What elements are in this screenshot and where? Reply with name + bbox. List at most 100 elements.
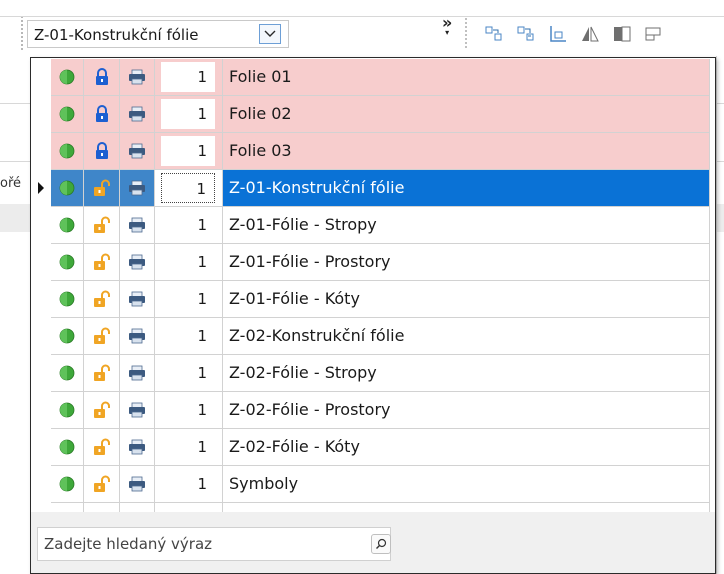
visibility-toggle[interactable] [51,281,84,318]
lock-toggle[interactable] [84,281,120,318]
visibility-toggle[interactable] [51,96,84,133]
layer-row[interactable]: 1 Folie 03 [31,133,715,170]
layer-name-cell[interactable]: Z-02-Fólie - Kóty [223,429,710,466]
visibility-toggle[interactable] [51,318,84,355]
visibility-toggle[interactable] [51,59,84,96]
visibility-toggle[interactable] [51,207,84,244]
layer-row[interactable]: 1 Symboly [31,466,715,503]
split-icon[interactable] [612,24,632,44]
layer-name-cell[interactable]: Symboly [223,466,710,503]
row-header[interactable] [31,59,51,96]
print-toggle[interactable] [120,466,155,503]
layer-name-cell[interactable]: Z-02-Konstrukční fólie [223,318,710,355]
layer-number-cell[interactable]: 1 [155,392,223,429]
layer-move-icon[interactable] [484,24,504,44]
layout-icon[interactable] [644,24,664,44]
row-header[interactable] [31,133,51,170]
layer-number-cell[interactable]: 1 [155,59,223,96]
layer-number-cell[interactable]: 1 [155,133,223,170]
visibility-toggle[interactable] [51,170,84,207]
layer-name-cell[interactable]: Z-01-Fólie - Stropy [223,207,710,244]
layer-number-cell[interactable]: 1 [155,281,223,318]
row-header[interactable] [31,244,51,281]
layer-row[interactable]: 1 Z-02-Fólie - Prostory [31,392,715,429]
lock-toggle[interactable] [84,392,120,429]
layer-number-cell[interactable]: 1 [155,244,223,281]
print-toggle[interactable] [120,133,155,170]
visibility-toggle[interactable] [51,355,84,392]
layer-row[interactable]: 1 Z-01-Fólie - Kóty [31,281,715,318]
lock-toggle[interactable] [84,355,120,392]
row-header[interactable] [31,429,51,466]
layer-number-cell[interactable]: 1 [155,207,223,244]
layer-row[interactable]: 1 Z-02-Fólie - Stropy [31,355,715,392]
lock-toggle[interactable] [84,170,120,207]
layer-name-cell[interactable]: Z-01-Fólie - Prostory [223,244,710,281]
row-header[interactable] [31,392,51,429]
layer-row[interactable]: 1 Z-01-Fólie - Stropy [31,207,715,244]
layer-name-cell[interactable]: Z-01-Fólie - Kóty [223,281,710,318]
layer-name-cell[interactable]: Z-02-Fólie - Prostory [223,392,710,429]
lock-toggle[interactable] [84,59,120,96]
row-header[interactable] [31,466,51,503]
layer-name-cell[interactable]: Z-02-Fólie - Stropy [223,355,710,392]
visibility-toggle[interactable] [51,244,84,281]
print-toggle[interactable] [120,429,155,466]
toolbar-grip[interactable] [21,16,23,50]
layer-row[interactable]: 1 Z-01-Fólie - Prostory [31,244,715,281]
layer-row[interactable]: 1 Z-01-Konstrukční fólie [31,170,715,207]
layer-number-cell[interactable]: 1 [155,466,223,503]
layer-number-cell[interactable]: 1 [155,170,223,207]
lock-toggle[interactable] [84,466,120,503]
search-input[interactable] [38,528,368,560]
visibility-toggle[interactable] [51,133,84,170]
print-toggle[interactable] [120,207,155,244]
layer-row[interactable]: 1 Z-02-Konstrukční fólie [31,318,715,355]
lock-toggle[interactable] [84,244,120,281]
visibility-toggle[interactable] [51,429,84,466]
layer-name-cell[interactable]: Folie 01 [223,59,710,96]
row-header[interactable] [31,318,51,355]
lock-toggle[interactable] [84,429,120,466]
visibility-toggle[interactable] [51,392,84,429]
row-header[interactable] [31,503,51,512]
toolbar-overflow-button[interactable]: » ▾ [442,15,452,38]
layer-copy-icon[interactable] [516,24,536,44]
lock-toggle[interactable] [84,133,120,170]
layer-row[interactable]: 1 Folie 01 [31,59,715,96]
lock-toggle[interactable] [84,96,120,133]
row-header[interactable] [31,170,51,207]
visibility-toggle[interactable] [51,466,84,503]
search-button[interactable] [371,534,391,554]
layer-name-cell[interactable]: Folie 02 [223,96,710,133]
print-toggle[interactable] [120,281,155,318]
layer-row[interactable]: 1 Výplně [31,503,715,512]
print-toggle[interactable] [120,59,155,96]
layer-name-cell[interactable]: Výplně [223,503,710,512]
print-toggle[interactable] [120,318,155,355]
layer-number-cell[interactable]: 1 [155,429,223,466]
lock-toggle[interactable] [84,207,120,244]
layer-name-cell[interactable]: Z-01-Konstrukční fólie [223,170,710,207]
row-header[interactable] [31,281,51,318]
layer-number-cell[interactable]: 1 [155,96,223,133]
print-toggle[interactable] [120,96,155,133]
print-toggle[interactable] [120,503,155,512]
lock-toggle[interactable] [84,503,120,512]
print-toggle[interactable] [120,355,155,392]
layer-name-cell[interactable]: Folie 03 [223,133,710,170]
layer-number-cell[interactable]: 1 [155,503,223,512]
row-header[interactable] [31,207,51,244]
layer-combo[interactable]: Z-01-Konstrukční fólie [27,20,289,48]
chevron-down-icon[interactable] [259,24,281,44]
lock-toggle[interactable] [84,318,120,355]
layer-number-cell[interactable]: 1 [155,318,223,355]
print-toggle[interactable] [120,244,155,281]
layer-number-cell[interactable]: 1 [155,355,223,392]
print-toggle[interactable] [120,170,155,207]
layer-row[interactable]: 1 Folie 02 [31,96,715,133]
mirror-icon[interactable] [580,24,600,44]
row-header[interactable] [31,355,51,392]
layer-rotate-icon[interactable] [548,24,568,44]
print-toggle[interactable] [120,392,155,429]
